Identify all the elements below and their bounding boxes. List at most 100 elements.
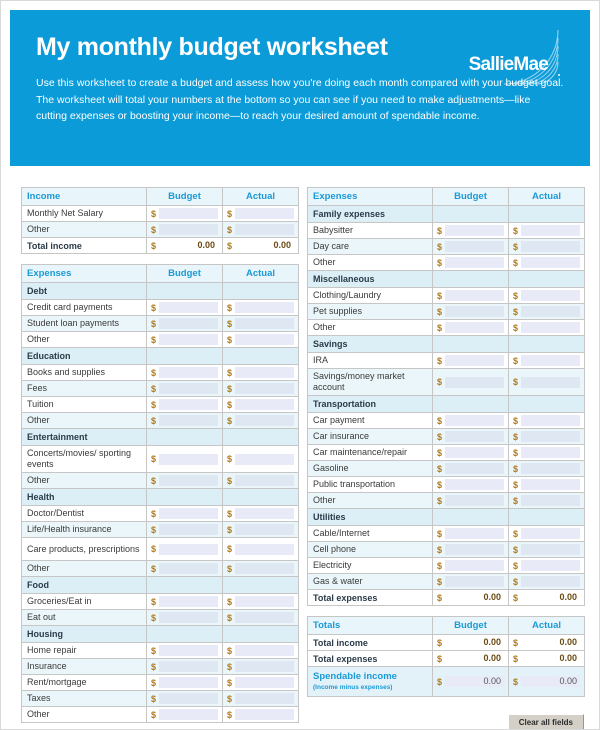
budget-input[interactable] [159,367,218,378]
budget-input[interactable] [445,376,504,388]
table-row: Cable/Internet $ $ [307,525,585,542]
budget-input[interactable] [159,224,218,235]
budget-input[interactable] [445,241,504,252]
currency-symbol: $ [437,431,443,442]
budget-input[interactable] [159,208,218,219]
actual-input[interactable] [235,453,294,465]
budget-input[interactable] [445,257,504,268]
budget-input[interactable] [445,463,504,474]
actual-input[interactable] [521,495,580,506]
budget-input[interactable] [445,431,504,442]
budget-input[interactable] [159,524,218,535]
budget-input[interactable] [445,479,504,490]
budget-input[interactable] [445,322,504,333]
actual-input[interactable] [235,318,294,329]
category-row: Utilities [307,508,585,526]
actual-input[interactable] [521,431,580,442]
actual-input[interactable] [521,560,580,571]
budget-input[interactable] [159,612,218,623]
actual-input[interactable] [235,367,294,378]
actual-input[interactable] [521,447,580,458]
actual-input[interactable] [521,355,580,366]
category-label: Debt [21,282,147,300]
budget-input[interactable] [445,576,504,587]
actual-input[interactable] [521,576,580,587]
right-expenses-header-budget: Budget [432,187,509,206]
actual-input[interactable] [235,524,294,535]
actual-input[interactable] [235,415,294,426]
budget-input[interactable] [445,495,504,506]
budget-input[interactable] [159,661,218,672]
actual-input[interactable] [235,475,294,486]
clear-all-fields-button[interactable]: Clear all fields [507,714,584,729]
budget-input[interactable] [159,475,218,486]
currency-symbol: $ [151,475,157,486]
budget-input[interactable] [159,334,218,345]
budget-input[interactable] [445,415,504,426]
actual-input[interactable] [235,508,294,519]
budget-input[interactable] [159,543,218,555]
budget-input[interactable] [159,318,218,329]
budget-input[interactable] [445,290,504,301]
actual-input[interactable] [521,322,580,333]
budget-input[interactable] [159,302,218,313]
actual-input[interactable] [235,383,294,394]
actual-input[interactable] [235,563,294,574]
budget-input[interactable] [445,528,504,539]
budget-input[interactable] [159,508,218,519]
budget-input[interactable] [159,596,218,607]
budget-input[interactable] [159,399,218,410]
actual-input[interactable] [521,306,580,317]
button-row: Clear all fields [307,714,584,729]
budget-input[interactable] [159,709,218,720]
budget-input[interactable] [159,453,218,465]
row-label: Other [21,706,147,723]
budget-input[interactable] [159,383,218,394]
actual-input[interactable] [235,612,294,623]
actual-input[interactable] [521,528,580,539]
actual-cell: $ [508,222,585,239]
budget-input[interactable] [159,563,218,574]
actual-input[interactable] [235,661,294,672]
actual-input[interactable] [235,543,294,555]
actual-input[interactable] [235,677,294,688]
left-expenses-header-row: Expenses Budget Actual [21,264,299,283]
actual-input[interactable] [521,415,580,426]
actual-input[interactable] [235,224,294,235]
budget-input[interactable] [445,306,504,317]
actual-input[interactable] [521,463,580,474]
actual-input[interactable] [235,208,294,219]
budget-input[interactable] [159,415,218,426]
actual-input[interactable] [521,544,580,555]
currency-symbol: $ [151,596,157,607]
budget-input[interactable] [445,544,504,555]
budget-input[interactable] [159,645,218,656]
actual-input[interactable] [235,693,294,704]
budget-input[interactable] [159,693,218,704]
category-budget-cell [432,508,509,526]
actual-input[interactable] [235,709,294,720]
currency-symbol: $ [513,306,519,317]
actual-input[interactable] [521,290,580,301]
budget-cell: $0.00 [432,634,509,651]
actual-input[interactable] [521,257,580,268]
table-row: Insurance $ $ [21,658,299,675]
actual-input[interactable] [235,645,294,656]
category-label: Transportation [307,395,433,413]
actual-input[interactable] [235,334,294,345]
budget-input[interactable] [159,677,218,688]
actual-input[interactable] [521,479,580,490]
actual-input[interactable] [521,376,580,388]
budget-input[interactable] [445,355,504,366]
actual-input[interactable] [235,596,294,607]
actual-input[interactable] [521,241,580,252]
actual-input[interactable] [235,399,294,410]
actual-cell: $0.00 [508,634,585,651]
budget-input[interactable] [445,447,504,458]
right-expenses-table: Expenses Budget Actual Family expenses Ba… [307,187,585,606]
budget-input[interactable] [445,560,504,571]
actual-input[interactable] [235,302,294,313]
actual-input[interactable] [521,225,580,236]
currency-symbol: $ [513,544,519,555]
budget-input[interactable] [445,225,504,236]
